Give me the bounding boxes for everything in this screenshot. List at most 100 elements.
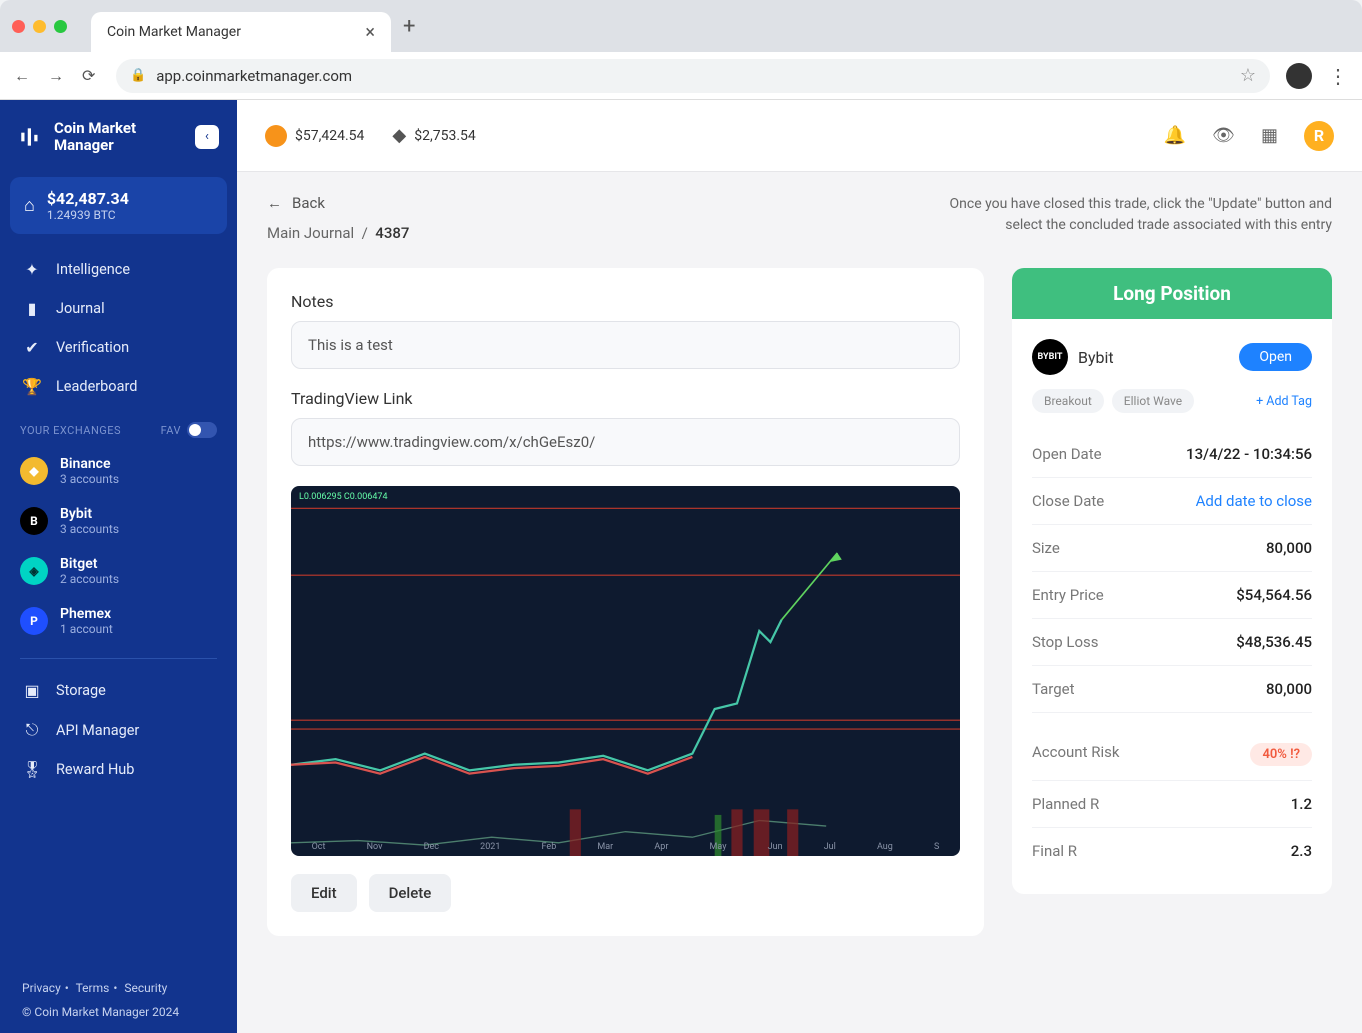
chrome-menu-icon[interactable]: ⋮ xyxy=(1328,64,1348,88)
exchange-name: Phemex xyxy=(60,606,113,622)
maximize-window-icon[interactable] xyxy=(54,20,67,33)
calculator-icon[interactable]: ▦ xyxy=(1261,125,1278,146)
sidebar-item-journal[interactable]: ▮Journal xyxy=(0,289,237,328)
new-tab-icon[interactable]: + xyxy=(403,14,415,39)
position-title: Long Position xyxy=(1012,268,1332,319)
balance-usd: $42,487.34 xyxy=(47,189,129,208)
fav-label: FAV xyxy=(161,424,181,437)
position-card: Long Position BYBIT Bybit Open Breakout … xyxy=(1012,268,1332,894)
edit-button[interactable]: Edit xyxy=(291,874,357,912)
bookmark-star-icon[interactable]: ☆ xyxy=(1240,65,1256,86)
balance-card[interactable]: ⌂ $42,487.34 1.24939 BTC xyxy=(10,177,227,234)
privacy-link[interactable]: Privacy xyxy=(22,981,61,995)
tradingview-input[interactable] xyxy=(291,418,960,466)
address-bar[interactable]: 🔒 app.coinmarketmanager.com ☆ xyxy=(116,59,1270,93)
delete-button[interactable]: Delete xyxy=(369,874,452,912)
bitcoin-icon xyxy=(265,125,287,147)
nav-label: Verification xyxy=(56,339,129,356)
planned-r-label: Planned R xyxy=(1032,795,1099,813)
reload-icon[interactable]: ⟳ xyxy=(82,66,100,85)
tag-elliot-wave[interactable]: Elliot Wave xyxy=(1112,389,1194,413)
stop-value: $48,536.45 xyxy=(1236,633,1312,651)
ethereum-icon: ◆ xyxy=(392,125,406,146)
security-link[interactable]: Security xyxy=(124,981,167,995)
crumb-id: 4387 xyxy=(375,224,409,242)
exchange-name: Bybit xyxy=(1078,348,1114,367)
notes-label: Notes xyxy=(291,292,960,311)
close-tab-icon[interactable]: × xyxy=(365,22,375,43)
phemex-icon: P xyxy=(20,607,48,635)
size-value: 80,000 xyxy=(1266,539,1312,557)
url-text: app.coinmarketmanager.com xyxy=(156,67,352,85)
medal-icon: 🎖 xyxy=(22,760,42,779)
terms-link[interactable]: Terms xyxy=(76,981,110,995)
crumb-root[interactable]: Main Journal xyxy=(267,224,354,242)
minimize-window-icon[interactable] xyxy=(33,20,46,33)
notes-input[interactable] xyxy=(291,321,960,369)
sparkle-icon: ✦ xyxy=(22,260,42,279)
risk-badge: 40% !? xyxy=(1250,743,1312,766)
back-icon[interactable]: ← xyxy=(14,66,32,86)
nav-label: Storage xyxy=(56,682,106,699)
eth-price: $2,753.54 xyxy=(414,128,476,144)
sidebar-item-storage[interactable]: ▣ Storage xyxy=(0,671,237,710)
exchange-item-phemex[interactable]: P Phemex1 account xyxy=(0,596,237,646)
stop-label: Stop Loss xyxy=(1032,633,1098,651)
forward-icon[interactable]: → xyxy=(48,66,66,86)
size-label: Size xyxy=(1032,539,1060,557)
sidebar-item-leaderboard[interactable]: 🏆Leaderboard xyxy=(0,367,237,406)
sidebar-item-reward[interactable]: 🎖Reward Hub xyxy=(0,750,237,789)
position-exchange: BYBIT Bybit xyxy=(1032,339,1114,375)
divider xyxy=(20,658,217,659)
browser-tab[interactable]: Coin Market Manager × xyxy=(91,12,391,52)
nav-label: API Manager xyxy=(56,722,139,739)
browser-chrome: Coin Market Manager × + ← → ⟳ 🔒 app.coin… xyxy=(0,0,1362,100)
tradingview-label: TradingView Link xyxy=(291,389,960,408)
exchange-sub: 3 accounts xyxy=(60,472,119,486)
arrow-left-icon: ← xyxy=(267,194,282,212)
lock-icon: 🔒 xyxy=(130,68,146,83)
balance-btc: 1.24939 BTC xyxy=(47,208,129,222)
nav-label: Intelligence xyxy=(56,261,130,278)
bybit-icon: B xyxy=(20,507,48,535)
journal-icon: ▮ xyxy=(22,299,42,318)
storage-icon: ▣ xyxy=(22,681,42,700)
position-status-pill[interactable]: Open xyxy=(1239,343,1312,371)
exchange-sub: 3 accounts xyxy=(60,522,119,536)
app-logo[interactable]: Coin Market Manager xyxy=(18,120,136,153)
visibility-off-icon[interactable]: 👁 xyxy=(1212,125,1235,146)
close-date-link[interactable]: Add date to close xyxy=(1196,492,1312,510)
trophy-icon: 🏆 xyxy=(22,377,42,396)
exchange-name: Bybit xyxy=(60,506,119,522)
bybit-logo-icon: BYBIT xyxy=(1032,339,1068,375)
close-window-icon[interactable] xyxy=(12,20,25,33)
sidebar-item-verification[interactable]: ✔Verification xyxy=(0,328,237,367)
final-r-value: 2.3 xyxy=(1291,842,1312,860)
btc-ticker: $57,424.54 xyxy=(265,125,364,147)
back-button[interactable]: ← Back xyxy=(267,194,409,212)
traffic-lights xyxy=(12,20,67,33)
sidebar-item-intelligence[interactable]: ✦ Intelligence xyxy=(0,250,237,289)
user-avatar[interactable]: R xyxy=(1304,121,1334,151)
bell-icon[interactable]: 🔔 xyxy=(1164,125,1186,146)
exchange-name: Bitget xyxy=(60,556,119,572)
topbar: $57,424.54 ◆ $2,753.54 🔔 👁 ▦ R xyxy=(237,100,1362,172)
exchanges-section-label: YOUR EXCHANGES xyxy=(20,424,121,437)
exchange-item-binance[interactable]: ◆ Binance3 accounts xyxy=(0,446,237,496)
chrome-profile-avatar[interactable] xyxy=(1286,63,1312,89)
collapse-sidebar-button[interactable]: ‹ xyxy=(195,125,219,149)
eth-ticker: ◆ $2,753.54 xyxy=(392,125,475,146)
tag-breakout[interactable]: Breakout xyxy=(1032,389,1104,413)
exchange-item-bitget[interactable]: ◈ Bitget2 accounts xyxy=(0,546,237,596)
brand-line1: Coin Market xyxy=(54,120,136,137)
close-date-label: Close Date xyxy=(1032,492,1104,510)
add-tag-button[interactable]: + Add Tag xyxy=(1256,394,1312,409)
footer-links: Privacy• Terms• Security xyxy=(0,973,237,1003)
copyright: © Coin Market Manager 2024 xyxy=(0,1003,237,1033)
exchange-item-bybit[interactable]: B Bybit3 accounts xyxy=(0,496,237,546)
fav-toggle[interactable] xyxy=(187,422,217,438)
exchange-sub: 2 accounts xyxy=(60,572,119,586)
breadcrumb: Main Journal / 4387 xyxy=(267,224,409,242)
brand-line2: Manager xyxy=(54,137,136,154)
sidebar-item-api[interactable]: ⎋API Manager xyxy=(0,710,237,750)
